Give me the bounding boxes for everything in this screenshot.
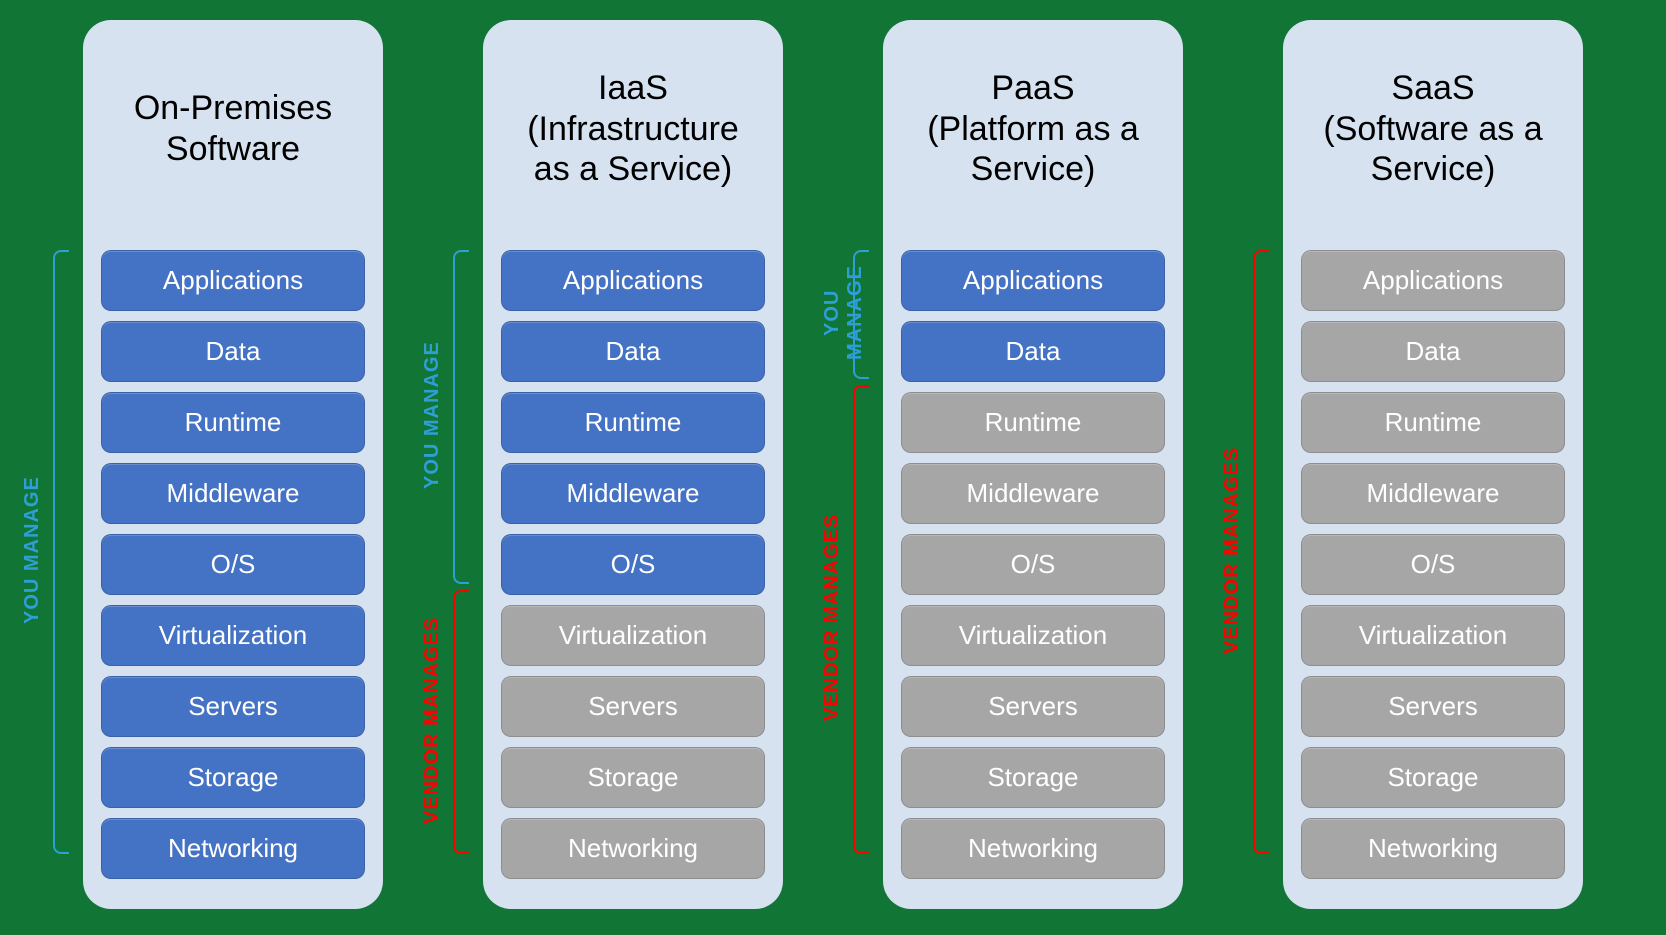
layer-storage: Storage: [1301, 747, 1565, 808]
column-title: On-Premises Software: [101, 44, 365, 214]
layer-storage: Storage: [501, 747, 765, 808]
bracket-you: [53, 250, 69, 854]
layer-servers: Servers: [101, 676, 365, 737]
layer-virtualization: Virtualization: [101, 605, 365, 666]
layer-os: O/S: [101, 534, 365, 595]
layer-middleware: Middleware: [101, 463, 365, 524]
layer-networking: Networking: [501, 818, 765, 879]
layer-middleware: Middleware: [501, 463, 765, 524]
layer-os: O/S: [1301, 534, 1565, 595]
label-vendor-manages: VENDOR MANAGES: [821, 385, 844, 850]
layer-runtime: Runtime: [1301, 392, 1565, 453]
layer-servers: Servers: [901, 676, 1165, 737]
bracket-you: [853, 250, 869, 379]
layer-storage: Storage: [101, 747, 365, 808]
layer-data: Data: [501, 321, 765, 382]
bracket-vendor: [1253, 250, 1269, 854]
column-title: SaaS (Software as a Service): [1301, 44, 1565, 214]
column-title: PaaS (Platform as a Service): [901, 44, 1165, 214]
layer-runtime: Runtime: [901, 392, 1165, 453]
column-title: IaaS (Infrastructure as a Service): [501, 44, 765, 214]
bracket-you: [453, 250, 469, 584]
layer-data: Data: [101, 321, 365, 382]
layer-networking: Networking: [101, 818, 365, 879]
title-line: On-Premises: [101, 88, 365, 129]
layer-storage: Storage: [901, 747, 1165, 808]
column-paas: YOU MANAGE VENDOR MANAGES PaaS (Platform…: [883, 20, 1183, 909]
title-line: PaaS: [901, 68, 1165, 109]
layer-networking: Networking: [1301, 818, 1565, 879]
layer-networking: Networking: [901, 818, 1165, 879]
layer-virtualization: Virtualization: [501, 605, 765, 666]
layer-os: O/S: [501, 534, 765, 595]
title-line: Service): [1301, 149, 1565, 190]
layer-data: Data: [1301, 321, 1565, 382]
label-vendor-manages: VENDOR MANAGES: [1221, 250, 1244, 850]
title-line: (Platform as a: [901, 109, 1165, 150]
layer-applications: Applications: [101, 250, 365, 311]
layer-middleware: Middleware: [1301, 463, 1565, 524]
layer-applications: Applications: [901, 250, 1165, 311]
layers: Applications Data Runtime Middleware O/S…: [1301, 250, 1565, 879]
layer-data: Data: [901, 321, 1165, 382]
title-line: Service): [901, 149, 1165, 190]
title-line: as a Service): [501, 149, 765, 190]
title-line: (Infrastructure: [501, 109, 765, 150]
layer-runtime: Runtime: [101, 392, 365, 453]
layer-virtualization: Virtualization: [901, 605, 1165, 666]
layer-os: O/S: [901, 534, 1165, 595]
column-iaas: YOU MANAGE VENDOR MANAGES IaaS (Infrastr…: [483, 20, 783, 909]
layers: Applications Data Runtime Middleware O/S…: [901, 250, 1165, 879]
layer-servers: Servers: [1301, 676, 1565, 737]
columns-container: YOU MANAGE On-Premises Software Applicat…: [83, 20, 1583, 909]
layer-applications: Applications: [1301, 250, 1565, 311]
layers: Applications Data Runtime Middleware O/S…: [501, 250, 765, 879]
layer-middleware: Middleware: [901, 463, 1165, 524]
label-vendor-manages: VENDOR MANAGES: [421, 590, 444, 850]
title-line: IaaS: [501, 68, 765, 109]
layer-applications: Applications: [501, 250, 765, 311]
layer-servers: Servers: [501, 676, 765, 737]
bracket-vendor: [853, 385, 869, 854]
column-on-premises: YOU MANAGE On-Premises Software Applicat…: [83, 20, 383, 909]
layers: Applications Data Runtime Middleware O/S…: [101, 250, 365, 879]
title-line: Software: [101, 129, 365, 170]
layer-runtime: Runtime: [501, 392, 765, 453]
title-line: (Software as a: [1301, 109, 1565, 150]
title-line: SaaS: [1301, 68, 1565, 109]
layer-virtualization: Virtualization: [1301, 605, 1565, 666]
column-saas: VENDOR MANAGES SaaS (Software as a Servi…: [1283, 20, 1583, 909]
label-you-manage: YOU MANAGE: [21, 250, 44, 850]
bracket-vendor: [453, 590, 469, 854]
label-you-manage: YOU MANAGE: [421, 250, 444, 580]
